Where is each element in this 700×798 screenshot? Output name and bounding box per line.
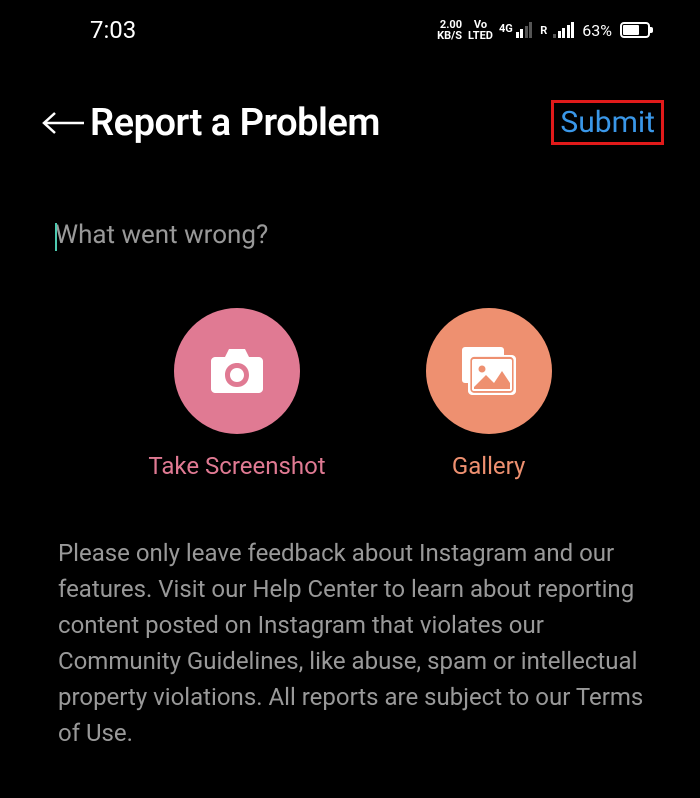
take-screenshot-label: Take Screenshot xyxy=(148,452,325,480)
signal-4g-icon: 4G xyxy=(499,22,532,38)
page-title: Report a Problem xyxy=(90,101,380,145)
submit-button[interactable]: Submit xyxy=(551,100,664,145)
gallery-icon xyxy=(462,347,516,395)
input-placeholder: What went wrong? xyxy=(55,220,268,250)
camera-icon xyxy=(211,349,263,393)
status-bar: 7:03 2.00 KB/S Vo LTED 4G R 63% xyxy=(0,0,700,60)
battery-percent: 63% xyxy=(582,21,612,40)
volte-icon: Vo LTED xyxy=(468,19,493,41)
battery-icon xyxy=(620,22,650,38)
gallery-label: Gallery xyxy=(452,452,526,480)
status-time: 7:03 xyxy=(90,16,136,44)
take-screenshot-item: Take Screenshot xyxy=(148,308,325,480)
signal-bars-icon-1 xyxy=(516,22,533,38)
problem-input[interactable]: What went wrong? xyxy=(0,165,700,253)
gallery-item: Gallery xyxy=(426,308,552,480)
data-rate-icon: 2.00 KB/S xyxy=(437,19,462,41)
header-left: Report a Problem xyxy=(40,101,380,145)
action-row: Take Screenshot Gallery xyxy=(0,308,700,480)
header: Report a Problem Submit xyxy=(0,60,700,165)
signal-bars-icon-2 xyxy=(553,22,574,38)
text-cursor xyxy=(55,223,57,251)
back-arrow-icon[interactable] xyxy=(40,108,86,138)
gallery-button[interactable] xyxy=(426,308,552,434)
take-screenshot-button[interactable] xyxy=(174,308,300,434)
status-right: 2.00 KB/S Vo LTED 4G R 63% xyxy=(437,19,650,41)
roaming-icon: R xyxy=(540,24,547,37)
info-text: Please only leave feedback about Instagr… xyxy=(0,480,700,751)
